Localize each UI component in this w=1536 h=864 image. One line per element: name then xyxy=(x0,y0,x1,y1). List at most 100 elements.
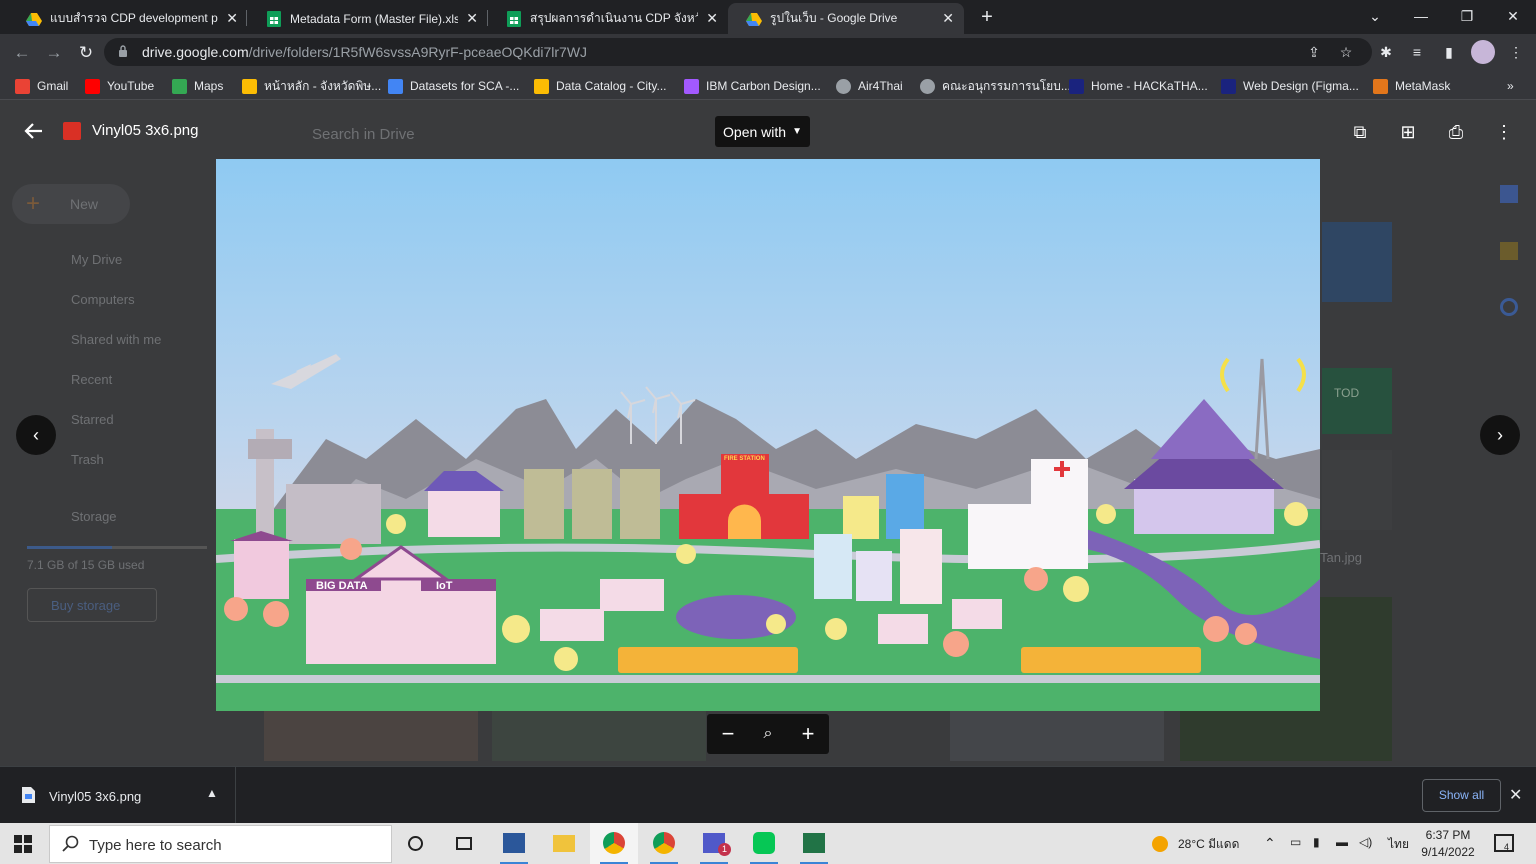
side-panel-icon[interactable]: ▮ xyxy=(1439,42,1459,62)
line-icon[interactable] xyxy=(740,823,788,864)
bookmark-hackathon[interactable]: Home - HACKaTHA... xyxy=(1069,77,1208,95)
tasks-icon[interactable] xyxy=(1500,298,1518,316)
url-path: /drive/folders/1R5fW6svssA9RyrF-pceaeOQK… xyxy=(248,44,588,60)
nav-computers[interactable]: Computers xyxy=(71,292,135,307)
zoom-out-button[interactable]: − xyxy=(716,722,740,746)
task-view-icon[interactable] xyxy=(440,823,488,864)
download-item[interactable]: Vinyl05 3x6.png ▲ xyxy=(0,767,236,824)
mic-icon[interactable]: ▮ xyxy=(1313,835,1320,849)
nav-starred[interactable]: Starred xyxy=(71,412,114,427)
bookmark-province[interactable]: หน้าหลัก - จังหวัดพิษ... xyxy=(242,77,381,95)
teams-icon[interactable]: 1 xyxy=(690,823,738,864)
chevron-up-icon[interactable]: ⌃ xyxy=(1264,835,1276,852)
zoom-in-button[interactable]: + xyxy=(796,722,820,746)
menu-icon[interactable]: ⋮ xyxy=(1506,42,1526,62)
tab-search-icon[interactable]: ⌄ xyxy=(1352,0,1398,32)
print-icon[interactable]: ⎙ xyxy=(1444,120,1468,144)
file-thumbnail[interactable] xyxy=(950,711,1164,761)
file-name[interactable]: Tan.jpg xyxy=(1320,550,1362,565)
close-icon[interactable]: ✕ xyxy=(1509,785,1522,805)
apartment xyxy=(524,469,564,539)
weather-text[interactable]: 28°C มีแดด xyxy=(1178,835,1239,854)
close-icon[interactable]: ✕ xyxy=(942,10,954,27)
bookmark-data-catalog[interactable]: Data Catalog - City... xyxy=(534,77,666,95)
close-icon[interactable]: ✕ xyxy=(706,10,718,27)
window-close-button[interactable]: ✕ xyxy=(1490,0,1536,32)
file-thumbnail[interactable] xyxy=(264,711,478,761)
calendar-icon[interactable] xyxy=(1500,185,1518,203)
new-tab-button[interactable]: + xyxy=(976,6,998,28)
word-icon[interactable] xyxy=(490,823,538,864)
windows-start-icon[interactable] xyxy=(14,835,32,853)
address-bar[interactable]: drive.google.com/drive/folders/1R5fW6svs… xyxy=(104,38,1372,66)
close-icon[interactable]: ✕ xyxy=(466,10,478,27)
next-image-button[interactable]: › xyxy=(1480,415,1520,455)
chrome-profile-icon[interactable] xyxy=(640,823,688,864)
bookmark-committee[interactable]: คณะอนุกรรมการนโยบ... xyxy=(920,77,1071,95)
volume-icon[interactable]: ◁) xyxy=(1359,835,1372,849)
zoom-icon[interactable]: ⌕ xyxy=(756,722,780,746)
reload-icon[interactable]: ↻ xyxy=(74,41,98,65)
browser-toolbar: ← → ↻ drive.google.com/drive/folders/1R5… xyxy=(0,34,1536,71)
bookmark-ibm-carbon[interactable]: IBM Carbon Design... xyxy=(684,77,821,95)
add-comment-icon[interactable]: ⊞ xyxy=(1396,120,1420,144)
close-icon[interactable]: ✕ xyxy=(226,10,238,27)
nav-my-drive[interactable]: My Drive xyxy=(71,252,122,267)
profile-avatar[interactable] xyxy=(1471,40,1495,64)
chrome-icon[interactable] xyxy=(590,823,638,864)
keep-icon[interactable] xyxy=(1500,242,1518,260)
buy-storage-button[interactable]: Buy storage xyxy=(27,588,157,622)
preview-image: BIG DATA IoT FIRE STATION xyxy=(216,159,1320,711)
tram xyxy=(618,647,798,673)
bookmark-metamask[interactable]: MetaMask xyxy=(1373,77,1450,95)
file-thumbnail[interactable] xyxy=(1322,222,1392,302)
clock[interactable]: 6:37 PM 9/14/2022 xyxy=(1416,827,1480,861)
share-icon[interactable]: ⇪ xyxy=(1304,42,1324,62)
bookmark-web-design[interactable]: Web Design (Figma... xyxy=(1221,77,1359,95)
garage-door xyxy=(728,504,761,539)
search-placeholder: Type here to search xyxy=(89,837,222,854)
cortana-icon[interactable] xyxy=(392,823,440,864)
file-thumbnail[interactable] xyxy=(1322,450,1392,530)
minimize-button[interactable]: — xyxy=(1398,0,1444,32)
bookmark-datasets[interactable]: Datasets for SCA -... xyxy=(388,77,519,95)
more-bookmarks-icon[interactable]: » xyxy=(1507,77,1514,95)
chevron-up-icon[interactable]: ▲ xyxy=(206,786,218,800)
bookmark-air4thai[interactable]: Air4Thai xyxy=(836,77,903,95)
new-button[interactable]: New + xyxy=(12,184,130,224)
bookmark-maps[interactable]: Maps xyxy=(172,77,223,95)
previous-image-button[interactable]: ‹ xyxy=(16,415,56,455)
nav-storage[interactable]: Storage xyxy=(71,509,117,524)
extensions-icon[interactable]: ✱ xyxy=(1376,42,1396,62)
tab-google-drive[interactable]: รูปในเว็บ - Google Drive ✕ xyxy=(728,3,964,34)
back-arrow-icon[interactable] xyxy=(22,120,44,142)
tab-cdp-summary[interactable]: สรุปผลการดำเนินงาน CDP จังหวัดพิษ ✕ xyxy=(488,3,728,34)
notification-icon[interactable]: 4 xyxy=(1494,834,1514,852)
file-explorer-icon[interactable] xyxy=(540,823,588,864)
input-language[interactable]: ไทย xyxy=(1388,835,1409,854)
excel-icon[interactable] xyxy=(790,823,838,864)
back-arrow-icon[interactable]: ← xyxy=(10,41,34,65)
bookmark-youtube[interactable]: YouTube xyxy=(85,77,154,95)
nav-trash[interactable]: Trash xyxy=(71,452,104,467)
taskbar-search[interactable]: Type here to search xyxy=(49,825,392,863)
file-thumbnail[interactable]: TOD xyxy=(1322,368,1392,434)
tab-cdp-survey[interactable]: แบบสำรวจ CDP development prog ✕ xyxy=(8,3,248,34)
nav-shared[interactable]: Shared with me xyxy=(71,332,161,347)
file-thumbnail[interactable] xyxy=(492,711,706,761)
site-icon xyxy=(1069,78,1084,94)
house xyxy=(878,614,928,644)
tab-metadata-form[interactable]: Metadata Form (Master File).xlsx ✕ xyxy=(248,3,488,34)
bookmark-gmail[interactable]: Gmail xyxy=(15,77,68,95)
restore-button[interactable]: ❐ xyxy=(1444,0,1490,32)
open-with-button[interactable]: Open with ▼ xyxy=(715,116,810,147)
media-icon[interactable]: ≡ xyxy=(1407,42,1427,62)
add-to-folder-icon[interactable]: ⧉ xyxy=(1348,120,1372,144)
nav-recent[interactable]: Recent xyxy=(71,372,112,387)
battery-icon[interactable]: ▬ xyxy=(1336,835,1348,849)
show-all-button[interactable]: Show all xyxy=(1422,779,1501,812)
star-icon[interactable]: ☆ xyxy=(1336,42,1356,62)
network-icon[interactable]: ▭ xyxy=(1290,835,1301,849)
more-actions-icon[interactable]: ⋮ xyxy=(1492,120,1516,144)
forward-arrow-icon[interactable]: → xyxy=(42,41,66,65)
